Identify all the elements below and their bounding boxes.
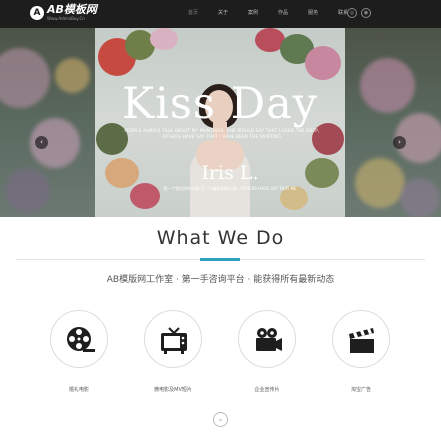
logo-mark: A [30,5,44,20]
main-nav: 首页 关于 案例 作品 服务 联系 [188,9,368,17]
top-navigation-bar: A AB模板网 Www.AdminBuy.Cn 首页 关于 案例 作品 服务 联… [0,0,441,28]
hero-name: Iris L. [201,162,259,184]
flower-blur [360,58,415,113]
hero-subtitle: 第一个我们的Kiss剧 又一个精彩的Kiss剧，OTHERS HAVE SAY … [163,186,297,191]
logo-text: AB模板网 [47,3,97,16]
section-subtitle: AB模版网工作室 · 第一手咨询平台 · 能获得所有最新动态 [106,275,335,285]
video-camera-icon [256,328,282,351]
tv-icon [161,327,187,354]
wechat-icon[interactable]: ◉ [361,8,371,18]
service-circle[interactable] [50,310,108,368]
nav-item-home[interactable]: 首页 [188,9,198,17]
service-item-wedding-film[interactable] [48,310,110,368]
title-accent-bar [200,258,240,261]
flower-blur [5,168,50,213]
scroll-down-button[interactable]: ⌄ [213,412,228,427]
flower-blur [355,158,405,208]
wreath-flower [150,28,178,50]
service-label: 婚礼电影 [68,387,89,393]
service-circle[interactable] [332,310,390,368]
site-logo[interactable]: A AB模板网 Www.AdminBuy.Cn [30,4,97,21]
wreath-flower [305,46,341,80]
service-circle[interactable] [238,310,296,368]
slider-next-button[interactable]: › [393,136,406,149]
service-label: 微电影及MV短片 [154,387,192,393]
logo-subtext: Www.AdminBuy.Cn [47,16,85,21]
flower-blur [400,178,440,217]
nav-item-works[interactable]: 作品 [278,9,288,17]
flower-blur [55,58,90,93]
nav-item-services[interactable]: 服务 [308,9,318,17]
wreath-flower [105,158,139,188]
weibo-icon[interactable]: ◎ [347,8,357,18]
hero-tagline: PEOPLE ALWAYS TALK ABOUT MY PAINTINGS. S… [124,128,320,139]
service-item-corporate-video[interactable] [236,310,298,368]
service-label: 淘宝广告 [350,387,371,393]
clapperboard-icon [349,328,374,353]
section-title: What We Do [156,227,285,249]
nav-item-about[interactable]: 关于 [218,9,228,17]
hero-title: Kiss Day [121,79,319,129]
service-circle[interactable] [144,310,202,368]
service-label: 企业宣传片 [254,387,280,393]
service-item-taobao-ads[interactable] [330,310,392,368]
film-reel-icon [67,327,95,352]
hero-slider: Kiss Day PEOPLE ALWAYS TALK ABOUT MY PAI… [0,28,441,217]
service-item-micro-film[interactable] [142,310,204,368]
flower-blur [0,48,50,108]
slider-prev-button[interactable]: ‹ [35,136,48,149]
wreath-flower [305,158,339,188]
nav-item-cases[interactable]: 案例 [248,9,258,17]
